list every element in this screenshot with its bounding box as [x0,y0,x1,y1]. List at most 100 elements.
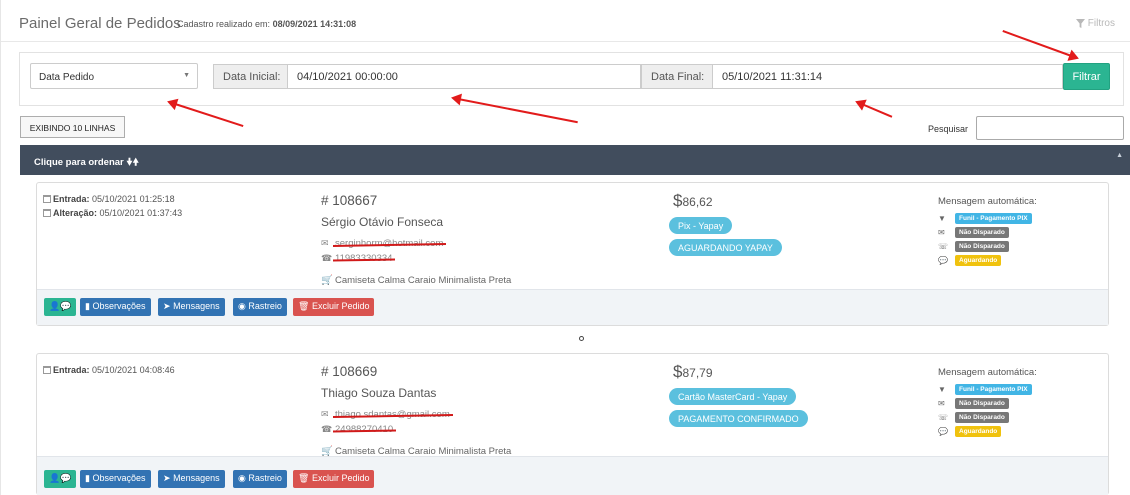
separator-dot [579,336,584,341]
user-chat-icon: 👤💬 [49,301,72,311]
auto-sms-row: ☏ Não Disparado [938,412,1009,423]
calendar-icon [43,195,51,203]
order-card: Entrada: 05/10/2021 04:08:46 # 108669 Th… [36,353,1109,495]
phone-icon: ☎ [321,424,333,434]
tracking-button[interactable]: ◉ Rastreio [233,470,287,488]
chat-status-badge: Aguardando [955,426,1002,437]
chat-status-badge: Aguardando [955,255,1002,266]
calendar-icon [43,209,51,217]
sms-status-badge: Não Disparado [955,241,1009,252]
product-name: Camiseta Calma Caraio Minimalista Preta [335,275,512,286]
filter-panel: Data Pedido ▼ Data Inicial: 04/10/2021 0… [19,52,1124,106]
customer-email: ✉ thiago.sdantas@gmail.com [321,409,450,420]
auto-message-title: Mensagem automática: [938,367,1037,378]
customer-chat-button[interactable]: 👤💬 [44,470,77,488]
customer-name: Sérgio Otávio Fonseca [321,215,444,229]
book-icon: ▮ [85,301,90,311]
phone-value: 11983330334 [335,253,393,264]
sort-up-icon[interactable]: ▲ [1116,152,1123,159]
order-number[interactable]: # 108667 [321,193,377,208]
customer-email: ✉ serginhorm@hotmail.com [321,238,443,249]
payment-method-badge: Cartão MasterCard - Yapay [669,388,797,405]
entry-date: 05/10/2021 01:25:18 [92,194,175,204]
eye-icon: ◉ [238,301,246,311]
order-dates: Entrada: 05/10/2021 01:25:18 Alteração: … [43,192,182,220]
messages-button[interactable]: ➤ Mensagens [158,298,225,316]
customer-phone: ☎ 24988270410 [321,424,393,435]
phone-icon: ☎ [321,253,333,263]
customer-chat-button[interactable]: 👤💬 [44,298,77,316]
messages-label: Mensagens [173,301,220,311]
tracking-button[interactable]: ◉ Rastreio [233,298,287,316]
chat-icon: 💬 [938,256,948,265]
tracking-label: Rastreio [248,301,282,311]
auto-funnel-row: ▼ Funil - Pagamento PIX [938,384,1032,395]
cart-icon: 🛒 [321,275,333,286]
messages-button[interactable]: ➤ Mensagens [158,470,225,488]
phone-value: 24988270410 [335,424,394,435]
filters-toggle[interactable]: Filtros [1075,18,1115,29]
start-date-input[interactable]: 04/10/2021 00:00:00 [288,64,641,89]
page-header: Painel Geral de Pedidos Cadastro realiza… [1,0,1130,42]
end-date-input[interactable]: 05/10/2021 11:31:14 [713,64,1063,89]
entry-label: Entrada: [53,194,90,204]
email-value: thiago.sdantas@gmail.com [335,409,450,420]
auto-chat-row: 💬 Aguardando [938,255,1002,266]
auto-funnel-row: ▼ Funil - Pagamento PIX [938,213,1032,224]
entry-date: 05/10/2021 04:08:46 [92,365,175,375]
orders-panel: Painel Geral de Pedidos Cadastro realiza… [0,0,1130,495]
search-label: Pesquisar [928,124,969,134]
entry-label: Entrada: [53,365,90,375]
start-date-label: Data Inicial: [213,64,288,89]
auto-chat-row: 💬 Aguardando [938,426,1002,437]
delete-label: Excluir Pedido [311,301,370,311]
chevron-down-icon: ▼ [183,72,190,79]
eye-icon: ◉ [238,473,246,483]
sort-label-text: Clique para ordenar [34,157,124,168]
filter-button[interactable]: Filtrar [1063,63,1110,90]
change-label: Alteração: [53,208,98,218]
send-icon: ➤ [163,301,171,311]
funnel-icon: ▼ [938,385,946,394]
payment-method-badge: Pix - Yapay [669,217,733,234]
chat-icon: 💬 [938,427,948,436]
notes-label: Observações [92,473,146,483]
calendar-icon [43,366,51,374]
rows-per-page-button[interactable]: EXIBINDO 10 LINHAS [20,116,125,138]
order-number[interactable]: # 108669 [321,364,377,379]
notes-button[interactable]: ▮ Observações [80,298,151,316]
date-type-value: Data Pedido [39,72,95,83]
funnel-icon: ▼ [938,214,946,223]
sort-arrows-icon: 🠟🠝 [126,157,139,168]
envelope-icon: ✉ [938,228,945,237]
delete-order-button[interactable]: 🗑 Excluir Pedido [293,470,375,488]
trash-icon: 🗑 [298,473,310,483]
change-date: 05/10/2021 01:37:43 [99,208,183,218]
messages-label: Mensagens [173,473,220,483]
auto-email-row: ✉ Não Disparado [938,227,1009,238]
email-status-badge: Não Disparado [955,227,1009,238]
product-line: 🛒 Camiseta Calma Caraio Minimalista Preta [321,275,511,286]
sort-bar[interactable]: Clique para ordenar 🠟🠝 ▲ [20,145,1130,175]
search-input[interactable] [976,116,1124,140]
order-price: $87,79 [673,362,713,382]
notes-label: Observações [92,301,146,311]
fax-icon: ☏ [938,242,949,251]
delete-order-button[interactable]: 🗑 Excluir Pedido [293,298,375,316]
auto-sms-row: ☏ Não Disparado [938,241,1009,252]
tracking-label: Rastreio [248,473,282,483]
price-value: 86,62 [682,195,713,209]
sms-status-badge: Não Disparado [955,412,1009,423]
registration-info: Cadastro realizado em: 08/09/2021 14:31:… [177,19,356,29]
sort-label: Clique para ordenar 🠟🠝 [34,155,139,171]
notes-button[interactable]: ▮ Observações [80,470,151,488]
delete-label: Excluir Pedido [311,473,370,483]
filters-label: Filtros [1087,18,1115,29]
envelope-icon: ✉ [321,238,329,248]
date-type-select[interactable]: Data Pedido ▼ [30,63,198,89]
funnel-badge: Funil - Pagamento PIX [955,213,1032,224]
email-status-badge: Não Disparado [955,398,1009,409]
auto-message-title: Mensagem automática: [938,196,1037,207]
fax-icon: ☏ [938,413,949,422]
email-value: serginhorm@hotmail.com [335,238,444,249]
